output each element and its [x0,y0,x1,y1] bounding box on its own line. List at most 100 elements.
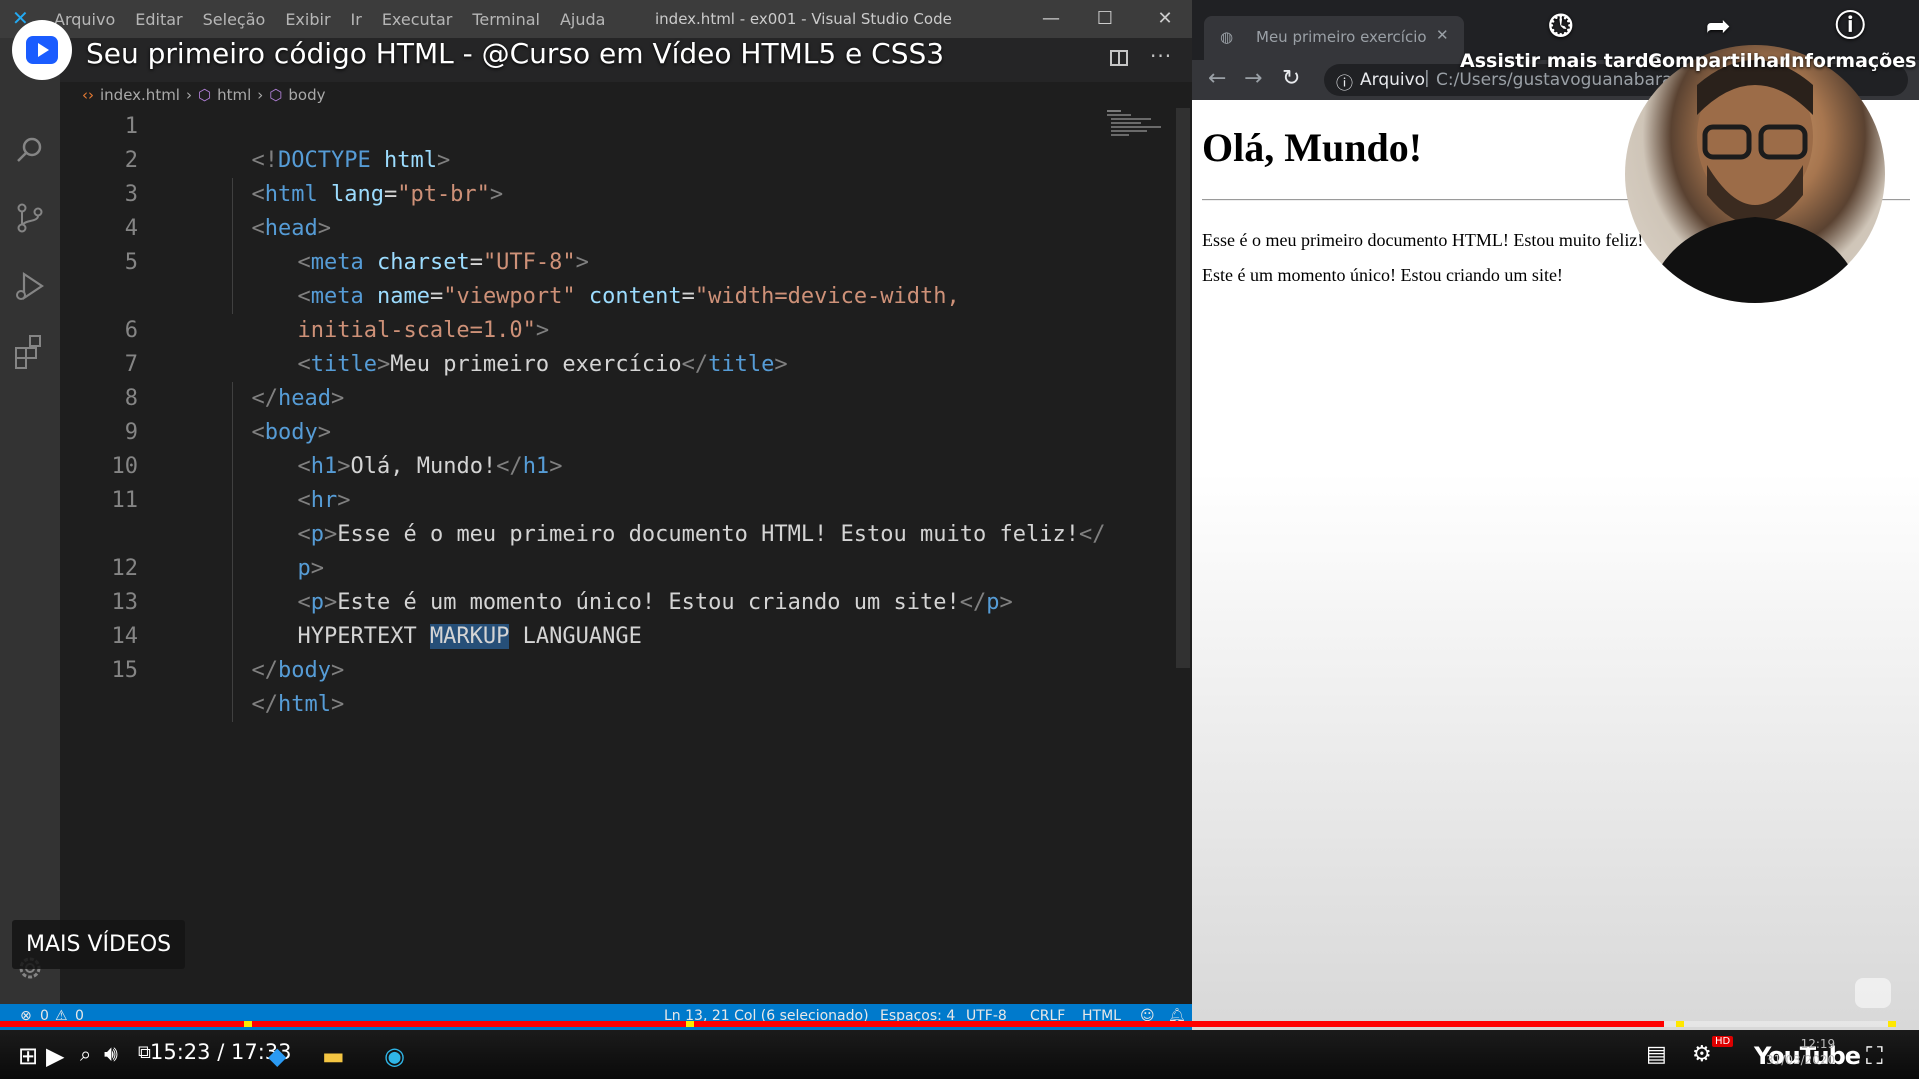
code-token: Olá, Mundo! [350,454,497,479]
hd-badge: HD [1712,1036,1734,1047]
code-token: title [708,352,775,377]
info-label: Informações [1784,50,1917,72]
run-debug-icon[interactable] [10,266,50,306]
share-arrow-icon: ➦ [1705,9,1731,44]
maximize-icon[interactable]: ☐ [1088,6,1122,32]
menu-editar[interactable]: Editar [135,10,182,29]
forward-arrow-icon[interactable]: → [1244,66,1262,91]
watch-later-button[interactable]: 🕓︎ Assistir mais tarde [1460,10,1662,73]
search-icon[interactable] [10,130,50,170]
extensions-icon[interactable] [10,332,50,372]
selected-text[interactable]: MARKUP [429,624,510,649]
file-explorer-icon[interactable]: ▬ [322,1042,345,1070]
breadcrumb-file[interactable]: index.html [100,86,180,104]
code-editor[interactable]: 1 2 3 4 5 6 7 8 9 10 11 12 13 14 15 <!DO… [60,110,1170,1004]
tab-close-icon[interactable]: ✕ [1436,26,1449,44]
edge-browser-icon[interactable]: ◉ [384,1042,405,1070]
youtube-watermark-icon[interactable] [1855,978,1891,1008]
settings-gear-icon[interactable]: ⚙ [1692,1042,1712,1067]
menu-terminal[interactable]: Terminal [472,10,540,29]
close-icon[interactable]: ✕ [1148,6,1182,32]
watch-later-label: Assistir mais tarde [1460,50,1662,72]
code-token: Esse é o meu primeiro documento HTML! Es… [337,522,1079,547]
line-number: 14 [111,624,139,649]
chapter-marker [244,1021,252,1027]
source-control-icon[interactable] [10,198,50,238]
current-time: 15:23 [150,1040,211,1064]
line-number: 1 [124,114,138,139]
info-icon[interactable]: ⓘ [1336,69,1353,94]
share-label: Compartilhar [1648,50,1789,72]
system-clock: 12:19 31/03/2020 [1766,1036,1835,1068]
subtitles-icon[interactable]: ▤ [1646,1042,1667,1067]
menu-selecao[interactable]: Seleção [203,10,266,29]
code-token: > [330,386,345,411]
clock-time: 12:19 [1800,1037,1836,1051]
html-file-icon: ‹› [82,86,94,104]
exit-fullscreen-icon[interactable]: ⛶ [1866,1042,1883,1070]
search-icon[interactable]: ⌕ [80,1042,91,1066]
code-token: "pt-br" [397,182,490,207]
time-separator: / [217,1040,225,1064]
code-token: "width=device-width, [694,284,960,309]
line-number: 4 [124,216,138,241]
video-title[interactable]: Seu primeiro código HTML - @Curso em Víd… [86,37,944,70]
back-arrow-icon[interactable]: ← [1208,66,1226,91]
menu-executar[interactable]: Executar [382,10,453,29]
menu-exibir[interactable]: Exibir [285,10,330,29]
split-editor-icon[interactable] [1110,50,1128,66]
code-token: </ [496,454,523,479]
code-token: html [277,692,331,717]
address-url: C:/Users/gustavoguanabara/... [1436,70,1695,90]
symbol-icon: ⬡ [269,86,283,104]
code-token: > [376,352,391,377]
line-number: 11 [111,488,139,513]
editor-scrollbar[interactable] [1176,108,1190,668]
code-token: h1 [522,454,550,479]
more-videos-button[interactable]: MAIS VÍDEOS [12,920,186,969]
vscode-menubar: Arquivo Editar Seleção Exibir Ir Executa… [54,10,605,29]
play-icon[interactable]: ▶ [46,1042,64,1070]
line-number: 15 [111,658,139,683]
chapter-marker [1676,1021,1684,1027]
volume-icon[interactable]: 🔊︎ [104,1042,118,1067]
code-token: LANGUANGE [509,624,642,649]
window-title: index.html - ex001 - Visual Studio Code [655,10,952,28]
browser-tab[interactable]: ◍ Meu primeiro exercício ✕ [1204,16,1464,60]
minimap[interactable] [1105,108,1165,144]
code-line: </html> [172,654,344,756]
menu-ajuda[interactable]: Ajuda [560,10,606,29]
code-token: > [323,522,338,547]
activity-bar [0,38,60,1004]
code-token: </ [1078,522,1106,547]
vscode-taskbar-icon[interactable]: ◆ [268,1042,286,1070]
menu-arquivo[interactable]: Arquivo [54,10,115,29]
page-paragraph: Esse é o meu primeiro documento HTML! Es… [1202,230,1644,250]
code-token: > [330,692,345,717]
line-number: 7 [124,352,138,377]
reload-icon[interactable]: ↻ [1282,66,1300,91]
page-paragraph: Este é um momento único! Estou criando u… [1202,265,1563,285]
minimize-icon[interactable]: — [1034,6,1068,32]
info-circle-icon: ⓘ [1835,9,1866,44]
code-token: </ [251,692,278,717]
breadcrumb-body[interactable]: body [288,86,325,104]
more-actions-icon[interactable]: ··· [1150,44,1172,68]
line-number: 5 [124,250,138,275]
chevron-right-icon: › [185,86,192,104]
share-button[interactable]: ➦ Compartilhar [1648,9,1789,73]
breadcrumb-html[interactable]: html [217,86,251,104]
vscode-window: ✕ Arquivo Editar Seleção Exibir Ir Execu… [0,0,1192,1030]
channel-logo-icon[interactable] [12,20,72,80]
info-button[interactable]: ⓘ Informações [1784,9,1917,73]
task-view-icon[interactable]: ⧉ [138,1042,151,1063]
code-token: > [774,352,788,377]
globe-icon: ◍ [1220,28,1234,46]
windows-start-icon[interactable]: ⊞ [18,1042,38,1070]
line-number: 2 [124,148,138,173]
menu-ir[interactable]: Ir [351,10,362,29]
code-token: > [549,454,563,479]
chapter-marker [686,1021,694,1027]
code-token: > [489,182,504,207]
